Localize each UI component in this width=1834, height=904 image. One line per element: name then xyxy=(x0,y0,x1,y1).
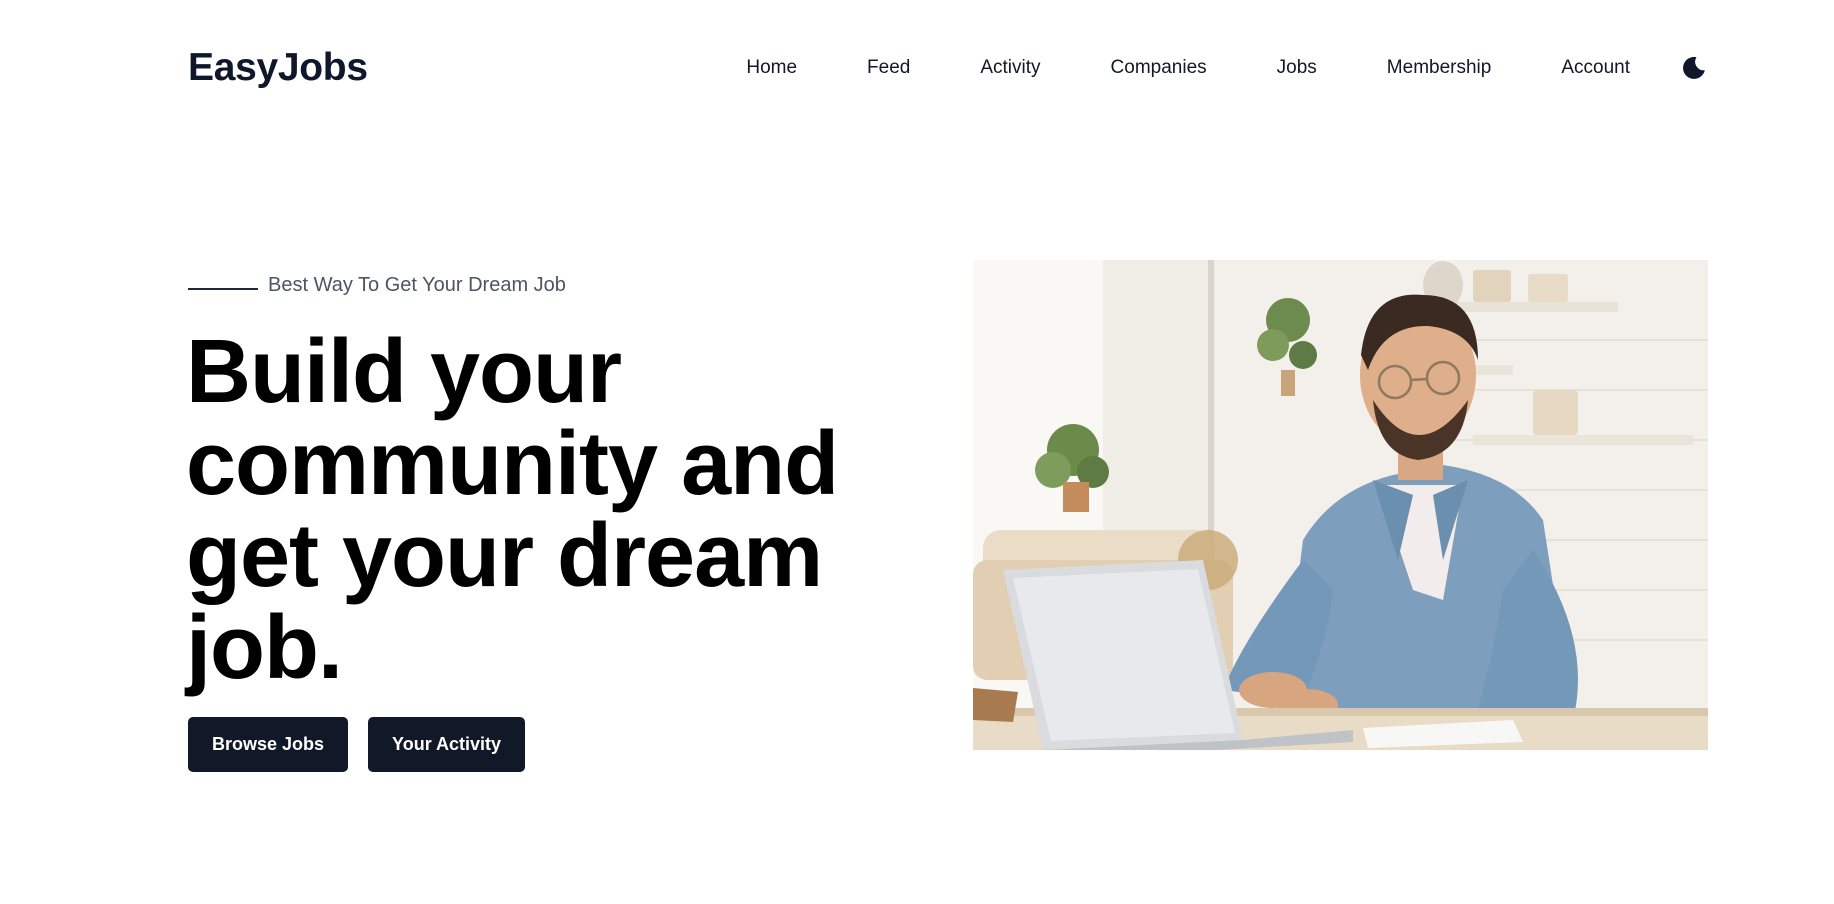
browse-jobs-button[interactable]: Browse Jobs xyxy=(188,717,349,772)
your-activity-button[interactable]: Your Activity xyxy=(368,717,526,772)
nav-feed[interactable]: Feed xyxy=(867,57,910,79)
nav-home[interactable]: Home xyxy=(746,57,797,79)
moon-icon xyxy=(1683,56,1705,79)
nav-membership[interactable]: Membership xyxy=(1387,57,1492,79)
hero-eyebrow: Best Way To Get Your Dream Job xyxy=(188,274,566,297)
theme-toggle-button[interactable] xyxy=(1680,54,1708,82)
hero-cta-row: Browse Jobs Your Activity xyxy=(188,717,545,772)
nav-account[interactable]: Account xyxy=(1561,57,1630,79)
headline-line: job. xyxy=(186,598,343,698)
headline-line: community and xyxy=(186,414,839,514)
headline-line: Build your xyxy=(186,322,622,422)
page: EasyJobs Home Feed Activity Companies Jo… xyxy=(0,0,1834,904)
hero-headline: Build your community and get your dream … xyxy=(186,326,926,694)
headline-line: get your dream xyxy=(186,506,823,606)
nav-activity[interactable]: Activity xyxy=(980,57,1040,79)
nav-jobs[interactable]: Jobs xyxy=(1277,57,1317,79)
eyebrow-divider xyxy=(188,287,258,290)
main-nav: Home Feed Activity Companies Jobs Member… xyxy=(746,54,1708,82)
logo[interactable]: EasyJobs xyxy=(188,46,368,90)
nav-companies[interactable]: Companies xyxy=(1111,57,1207,79)
site-header: EasyJobs Home Feed Activity Companies Jo… xyxy=(188,40,1708,96)
hero-photo xyxy=(973,260,1708,750)
eyebrow-text: Best Way To Get Your Dream Job xyxy=(268,274,566,296)
photo-man-at-laptop xyxy=(973,260,1708,750)
